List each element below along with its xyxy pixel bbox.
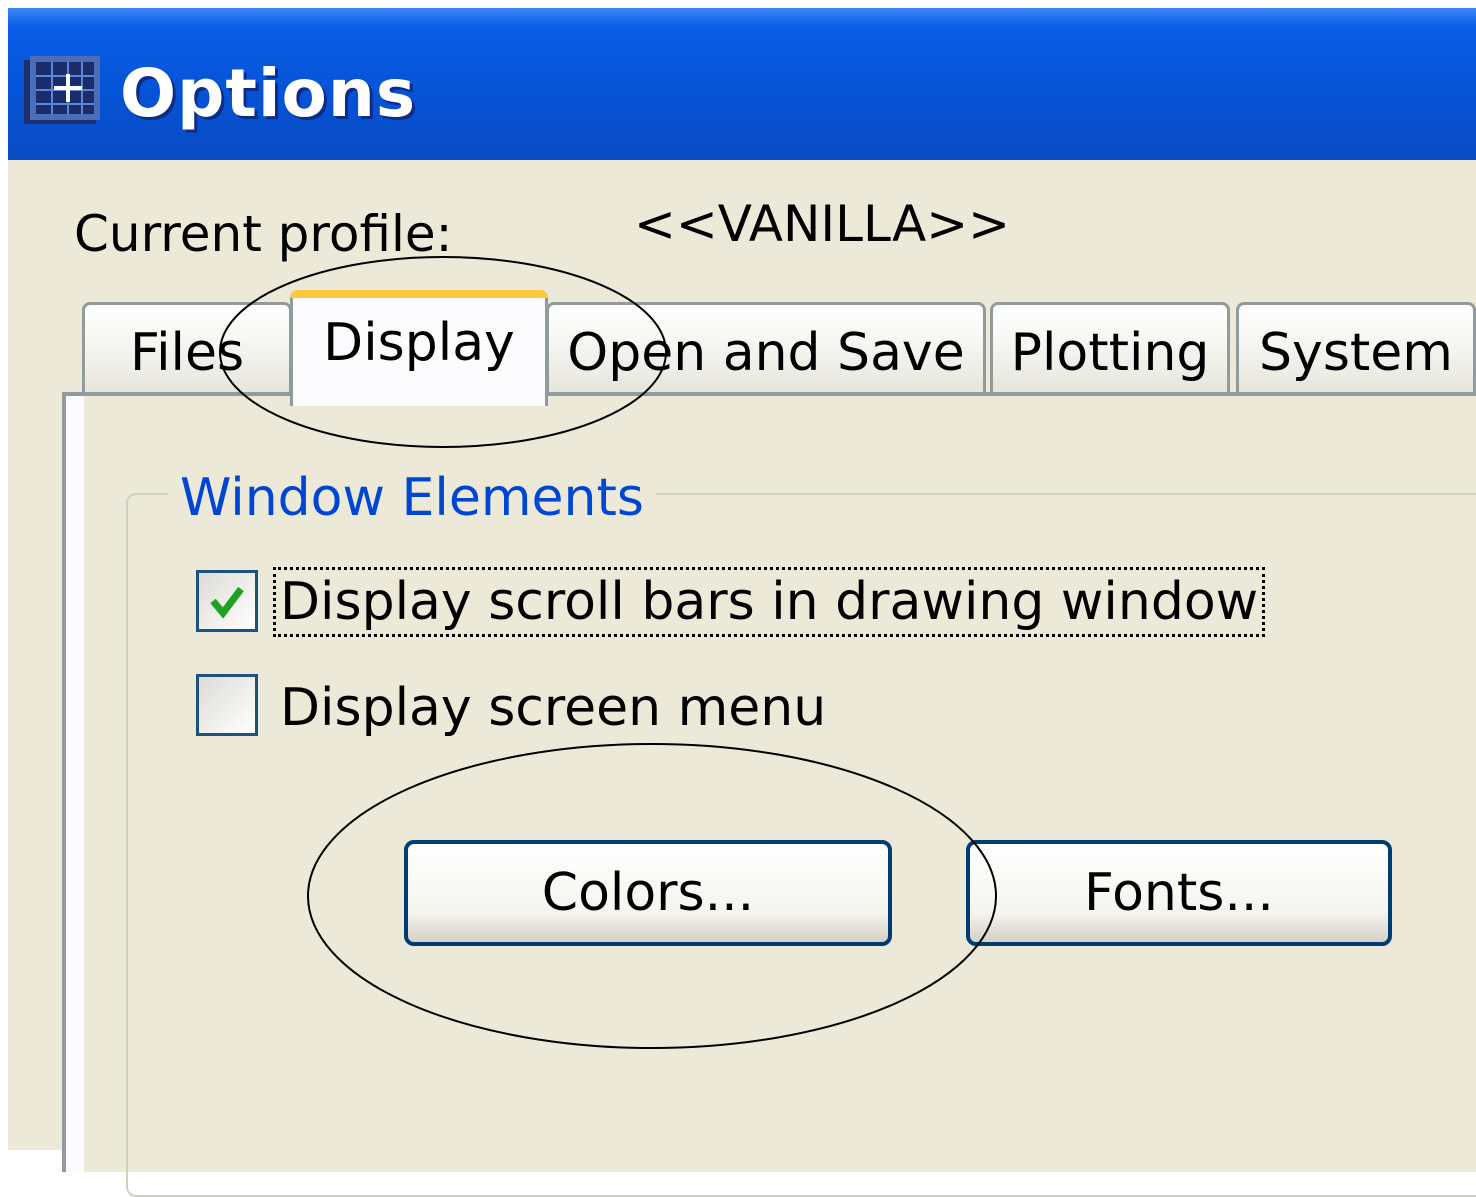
current-profile-value: <<VANILLA>> [634, 195, 1011, 253]
checkmark-icon [210, 586, 244, 619]
tab-files-label: Files [129, 323, 245, 383]
tab-open-and-save-label: Open and Save [567, 323, 965, 383]
tab-display[interactable]: Display [290, 290, 548, 406]
scroll-bars-checkbox[interactable] [196, 570, 258, 632]
tab-plotting[interactable]: Plotting [990, 302, 1230, 392]
tab-system-label: System [1259, 323, 1453, 383]
colors-button-label: Colors... [541, 863, 755, 923]
tab-system[interactable]: System [1236, 302, 1476, 392]
tab-files[interactable]: Files [82, 302, 292, 392]
tab-open-and-save[interactable]: Open and Save [546, 302, 986, 392]
title-bar[interactable]: Options [8, 8, 1476, 160]
fonts-button-label: Fonts... [1084, 863, 1274, 923]
screen-menu-label[interactable]: Display screen menu [280, 676, 826, 740]
current-profile-label: Current profile: [74, 205, 453, 263]
tab-plotting-label: Plotting [1010, 323, 1210, 383]
app-icon [24, 56, 100, 124]
colors-button[interactable]: Colors... [404, 840, 892, 946]
window-elements-title: Window Elements [168, 466, 656, 530]
tab-display-label: Display [323, 313, 515, 373]
window-title: Options [120, 55, 417, 132]
screen-menu-checkbox[interactable] [196, 674, 258, 736]
scroll-bars-label[interactable]: Display scroll bars in drawing window [272, 567, 1266, 637]
fonts-button[interactable]: Fonts... [966, 840, 1392, 946]
